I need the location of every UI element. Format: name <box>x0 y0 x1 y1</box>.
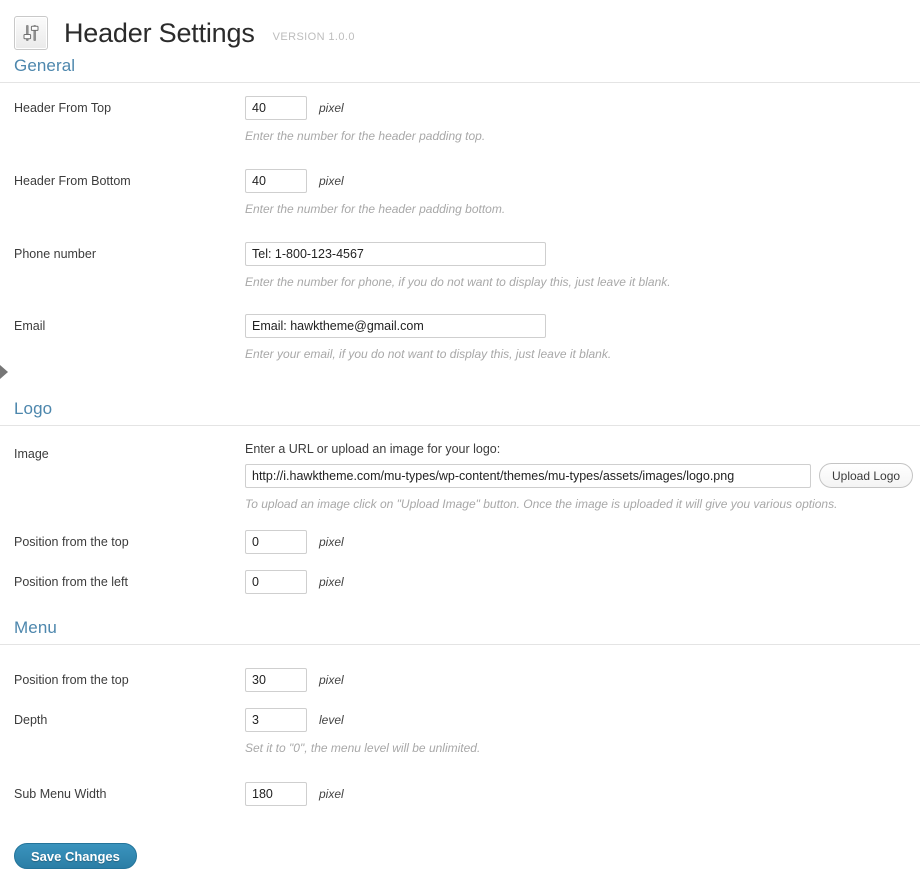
section-title-general: General <box>14 56 76 75</box>
phone-number-input[interactable] <box>245 242 546 266</box>
field-hint: To upload an image click on "Upload Imag… <box>245 497 838 511</box>
menu-position-top-input[interactable] <box>245 668 307 692</box>
field-unit: pixel <box>319 673 344 687</box>
field-control: pixel <box>245 570 920 594</box>
field-control: pixel <box>245 668 920 692</box>
field-hint: Enter the number for the header padding … <box>245 129 486 143</box>
section-general: General Header From Top pixel Enter the … <box>0 56 920 362</box>
field-control: pixel <box>245 530 920 554</box>
field-control: Enter your email, if you do not want to … <box>245 314 920 362</box>
field-row-logo-image: Image Enter a URL or upload an image for… <box>0 426 920 512</box>
save-changes-button[interactable]: Save Changes <box>14 843 137 869</box>
field-control: level Set it to "0", the menu level will… <box>245 708 920 756</box>
logo-position-top-input[interactable] <box>245 530 307 554</box>
field-unit: pixel <box>319 174 344 188</box>
panel-edge-arrow-icon <box>0 365 8 379</box>
field-unit: pixel <box>319 101 344 115</box>
field-row-logo-position-top: Position from the top pixel <box>0 512 920 554</box>
logo-url-sub-label: Enter a URL or upload an image for your … <box>245 442 501 456</box>
field-label: Depth <box>14 713 48 727</box>
field-hint: Enter the number for the header padding … <box>245 202 506 216</box>
field-row-menu-position-top: Position from the top pixel <box>0 645 920 692</box>
version-label: VERSION 1.0.0 <box>272 31 355 43</box>
field-control: pixel Enter the number for the header pa… <box>245 169 920 217</box>
field-label: Position from the left <box>14 575 128 589</box>
sub-menu-width-input[interactable] <box>245 782 307 806</box>
field-label: Image <box>14 447 49 461</box>
field-row-header-from-bottom: Header From Bottom pixel Enter the numbe… <box>0 144 920 217</box>
field-hint: Enter your email, if you do not want to … <box>245 347 612 361</box>
section-title-menu: Menu <box>14 618 57 637</box>
header-settings-page: Header Settings VERSION 1.0.0 General He… <box>0 0 920 883</box>
logo-position-left-input[interactable] <box>245 570 307 594</box>
field-unit: pixel <box>319 787 344 801</box>
field-label: Header From Bottom <box>14 174 131 188</box>
field-control: Enter the number for phone, if you do no… <box>245 242 920 290</box>
field-control: pixel <box>245 782 920 806</box>
field-control: pixel Enter the number for the header pa… <box>245 96 920 144</box>
field-hint: Set it to "0", the menu level will be un… <box>245 741 481 755</box>
header-from-top-input[interactable] <box>245 96 307 120</box>
menu-depth-input[interactable] <box>245 708 307 732</box>
field-unit: pixel <box>319 535 344 549</box>
app-header: Header Settings VERSION 1.0.0 <box>0 0 920 56</box>
email-input[interactable] <box>245 314 546 338</box>
field-hint: Enter the number for phone, if you do no… <box>245 275 671 289</box>
field-row-logo-position-left: Position from the left pixel <box>0 554 920 594</box>
logo-url-input[interactable] <box>245 463 811 488</box>
section-menu: Menu Position from the top pixel Depth l… <box>0 594 920 806</box>
field-label: Sub Menu Width <box>14 787 107 801</box>
field-row-header-from-top: Header From Top pixel Enter the number f… <box>0 83 920 144</box>
section-title-logo: Logo <box>14 399 53 418</box>
header-from-bottom-input[interactable] <box>245 169 307 193</box>
field-unit: level <box>319 713 344 727</box>
field-control: Enter a URL or upload an image for your … <box>245 442 920 512</box>
upload-logo-button[interactable]: Upload Logo <box>819 463 914 488</box>
sliders-icon <box>14 16 48 50</box>
field-row-menu-depth: Depth level Set it to "0", the menu leve… <box>0 692 920 756</box>
field-label: Position from the top <box>14 673 129 687</box>
field-unit: pixel <box>319 575 344 589</box>
field-row-phone-number: Phone number Enter the number for phone,… <box>0 217 920 290</box>
field-label: Header From Top <box>14 101 112 115</box>
section-logo: Logo Image Enter a URL or upload an imag… <box>0 362 920 594</box>
field-row-email: Email Enter your email, if you do not wa… <box>0 290 920 362</box>
field-label: Email <box>14 319 46 333</box>
page-title: Header Settings <box>64 17 255 48</box>
footer-actions: Save Changes <box>0 806 920 869</box>
field-label: Phone number <box>14 247 97 261</box>
field-label: Position from the top <box>14 535 129 549</box>
field-row-sub-menu-width: Sub Menu Width pixel <box>0 756 920 806</box>
